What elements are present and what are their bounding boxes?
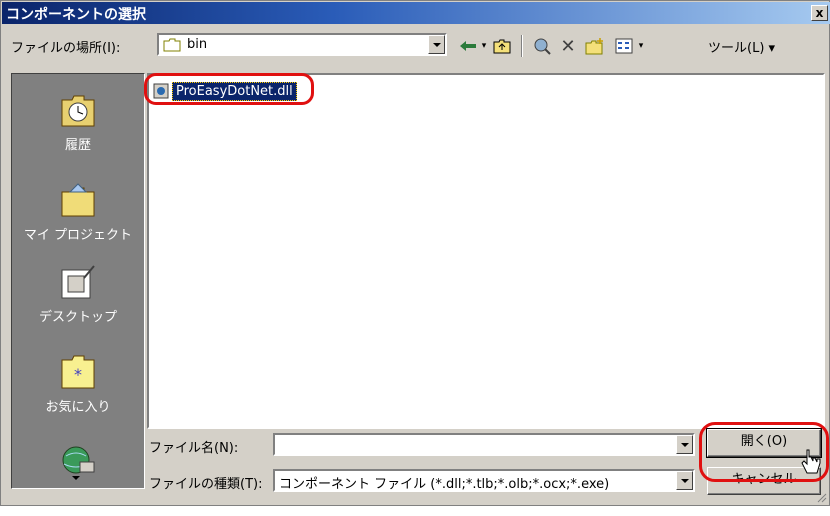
window-title: コンポーネントの選択 (6, 7, 146, 23)
lookin-dropdown-button[interactable] (428, 35, 445, 54)
place-history[interactable]: 履歴 (12, 84, 144, 164)
filename-input[interactable] (273, 433, 695, 456)
place-label: お気に入り (45, 400, 111, 415)
file-list[interactable]: ProEasyDotNet.dll (147, 73, 825, 429)
tools-menu[interactable]: ツール(L) ▾ (708, 37, 775, 56)
filetype-dropdown-button[interactable] (676, 471, 693, 490)
place-label: デスクトップ (38, 310, 117, 325)
title-bar: コンポーネントの選択 x (2, 2, 830, 24)
views-dropdown-icon[interactable]: ▾ (636, 35, 646, 57)
close-button[interactable]: x (811, 5, 828, 21)
lookin-value: bin (187, 37, 208, 52)
places-bar: 履歴 マイ プロジェクト デスクトップ * お気に入り (11, 73, 145, 489)
place-favorites[interactable]: * お気に入り (12, 346, 144, 426)
mouse-pointer-icon (801, 449, 821, 474)
toolbar-separator (521, 35, 523, 57)
back-dropdown-icon[interactable]: ▾ (479, 35, 489, 57)
lookin-label: ファイルの場所(I): (11, 41, 121, 56)
filetype-label: ファイルの種類(T): (149, 477, 263, 492)
history-icon (61, 95, 95, 127)
place-network[interactable] (12, 436, 144, 516)
search-web-icon[interactable] (531, 35, 553, 57)
highlight-annotation (144, 73, 314, 105)
up-folder-icon[interactable] (491, 35, 513, 57)
resize-grip-icon[interactable] (815, 491, 827, 503)
place-desktop[interactable]: デスクトップ (12, 256, 144, 336)
filetype-value: コンポーネント ファイル (*.dll;*.tlb;*.olb;*.ocx;*.… (279, 477, 610, 492)
filename-label: ファイル名(N): (149, 441, 239, 456)
component-select-dialog: コンポーネントの選択 x ファイルの場所(I): bin ▾ ✕ ▾ ツール(L… (0, 0, 830, 506)
place-my-projects[interactable]: マイ プロジェクト (12, 174, 144, 254)
network-places-icon (62, 446, 95, 480)
views-icon[interactable] (613, 35, 635, 57)
filetype-dropdown[interactable]: コンポーネント ファイル (*.dll;*.tlb;*.olb;*.ocx;*.… (273, 469, 695, 492)
new-folder-icon[interactable] (583, 35, 607, 57)
lookin-dropdown[interactable]: bin (157, 33, 447, 56)
place-label: 履歴 (64, 138, 91, 153)
desktop-icon (61, 265, 95, 299)
favorites-icon: * (61, 355, 95, 389)
delete-icon[interactable]: ✕ (557, 35, 579, 57)
back-icon[interactable] (457, 35, 479, 57)
my-projects-icon (61, 183, 95, 217)
folder-icon (163, 38, 181, 52)
svg-text:*: * (74, 365, 82, 384)
filename-dropdown-button[interactable] (676, 435, 693, 454)
place-label: マイ プロジェクト (23, 228, 133, 243)
